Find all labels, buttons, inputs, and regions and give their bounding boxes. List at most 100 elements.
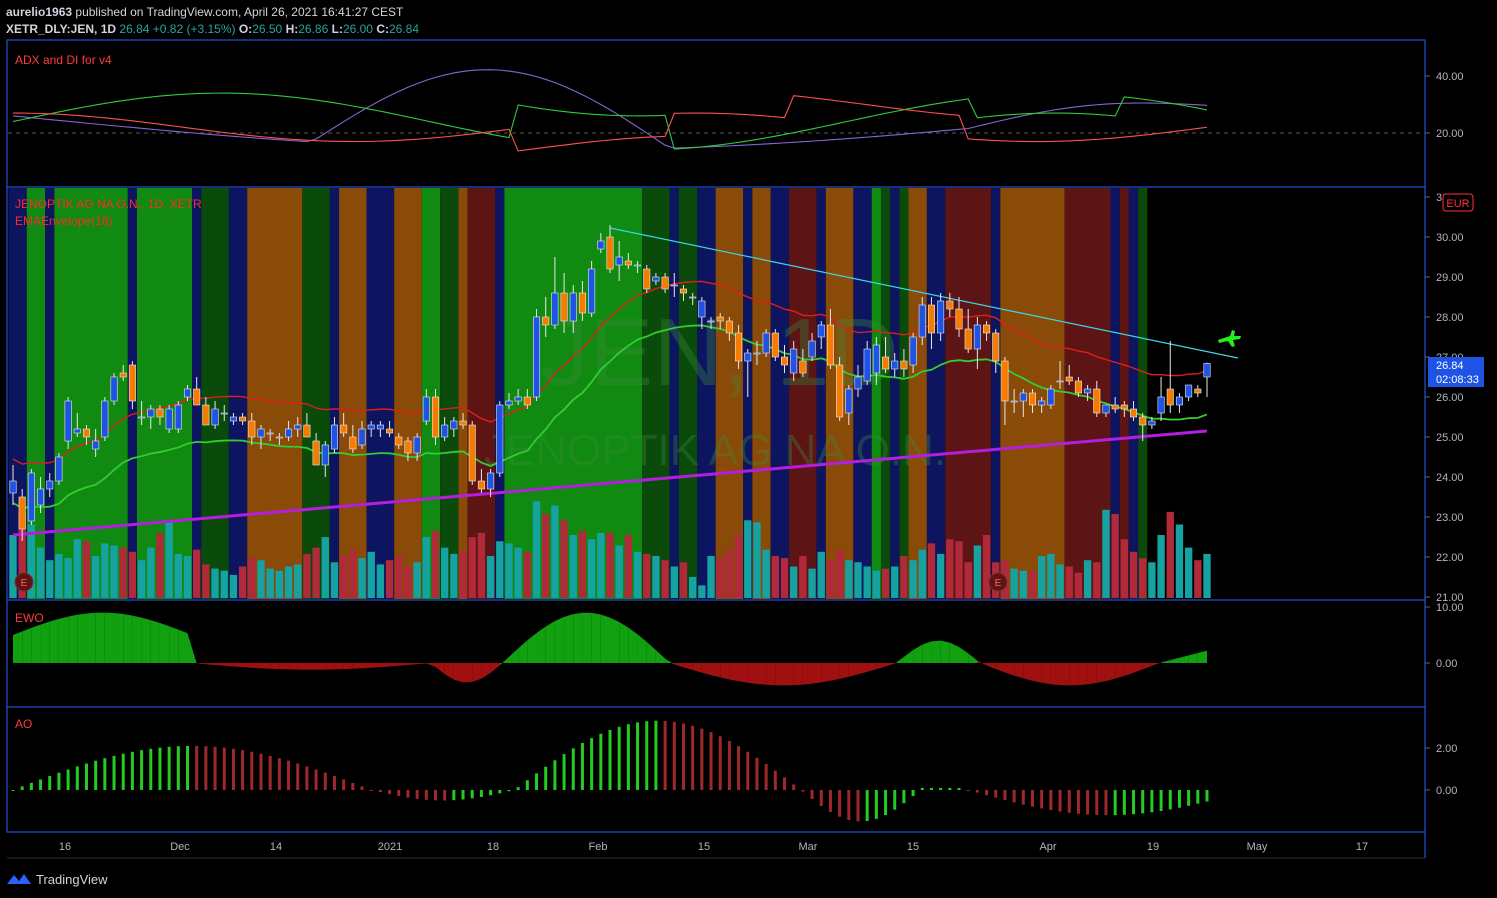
candle-down <box>82 428 90 438</box>
ao-bar <box>1113 790 1117 816</box>
volume-bar <box>1028 570 1037 598</box>
ewo-area <box>1105 663 1116 682</box>
volume-bar <box>973 545 982 598</box>
ao-bar <box>112 755 116 790</box>
ewo-area <box>683 663 693 671</box>
volume-bar <box>927 543 936 598</box>
ewo-area <box>31 624 41 663</box>
candle-up <box>9 480 17 494</box>
candle-up <box>597 240 605 250</box>
ao-bar <box>1187 790 1191 806</box>
time-tick-label: May <box>1247 841 1268 853</box>
ao-bar <box>498 790 502 794</box>
tradingview-icon <box>7 874 31 884</box>
candle-up <box>1203 363 1211 378</box>
ao-bar <box>966 790 970 791</box>
candle-up <box>973 324 981 350</box>
candle-down <box>735 332 743 362</box>
ao-bar <box>599 733 603 790</box>
ao-bar <box>1132 790 1136 815</box>
ao-bar <box>277 758 281 790</box>
candle-up <box>147 408 155 418</box>
ewo-area <box>600 614 610 663</box>
volume-bar <box>900 556 908 598</box>
ao-bar <box>48 776 52 790</box>
volume-bar <box>486 556 495 598</box>
ewo-area <box>784 663 794 686</box>
chart-canvas[interactable]: JEN, 1D JENOPTIK AG NA O.N. E E ADX and … <box>0 0 1497 898</box>
candle-down <box>560 292 568 322</box>
candle-up <box>138 416 146 419</box>
currency-badge[interactable]: EUR <box>1442 193 1474 212</box>
ewo-area <box>114 613 124 663</box>
tradingview-logo[interactable]: TradingView <box>6 871 108 887</box>
earnings-marker[interactable]: E <box>988 572 1008 592</box>
background-band <box>926 188 937 599</box>
watermark-name: JENOPTIK AG NA O.N. <box>484 426 946 475</box>
volume-bar <box>1157 535 1165 598</box>
ewo-area <box>518 640 528 663</box>
ewo-area <box>756 663 767 685</box>
candle-up <box>257 428 265 438</box>
adx-tick-label: 40.00 <box>1436 71 1464 83</box>
ewo-tick-label: 10.00 <box>1436 602 1464 614</box>
time-tick-label: Apr <box>1039 841 1056 853</box>
candle-up <box>744 352 752 362</box>
volume-bar <box>606 532 614 598</box>
ewo-area <box>564 614 574 663</box>
ao-bar <box>1196 790 1200 804</box>
earnings-marker[interactable]: E <box>14 572 34 592</box>
ewo-area <box>591 612 601 663</box>
volume-bar <box>854 562 862 598</box>
ao-bar <box>1049 790 1053 811</box>
ao-bar <box>957 787 961 790</box>
volume-bar <box>799 556 807 598</box>
ewo-area <box>959 647 969 663</box>
ewo-area <box>159 623 170 663</box>
volume-bar <box>174 553 182 598</box>
ewo-area <box>545 621 555 663</box>
ewo-area <box>123 614 133 663</box>
volume-bar <box>891 566 899 598</box>
ewo-area <box>554 616 565 663</box>
ao-bar <box>94 760 98 790</box>
ao-bar <box>250 751 254 790</box>
candle-up <box>1175 396 1183 406</box>
ao-tick-label: 0.00 <box>1436 785 1457 797</box>
ao-bar <box>1168 790 1172 810</box>
background-band <box>440 188 459 599</box>
volume-bar <box>1056 564 1064 598</box>
ao-bar <box>562 754 566 790</box>
volume-bar <box>1194 560 1202 598</box>
candle-up <box>1056 380 1064 383</box>
ao-bar <box>1012 790 1016 803</box>
ewo-area <box>1115 663 1125 679</box>
candle-down <box>1130 408 1138 418</box>
candle-down <box>395 436 403 446</box>
candle-up <box>367 424 375 430</box>
candle-up <box>505 400 513 406</box>
ewo-area <box>573 612 583 663</box>
ewo-area <box>619 622 629 663</box>
volume-bar <box>46 560 54 598</box>
time-tick-label: 15 <box>698 841 710 853</box>
adx-series <box>8 69 1424 152</box>
ao-bar <box>617 726 621 790</box>
ewo-area <box>279 663 289 670</box>
ewo-area <box>711 663 721 678</box>
candle-down <box>1074 380 1082 394</box>
ewo-area <box>995 663 1005 673</box>
ao-bar <box>746 751 750 790</box>
volume-bar <box>1065 566 1073 598</box>
ao-bar <box>1122 790 1126 815</box>
ao-bar <box>571 748 575 790</box>
time-tick-label: 16 <box>59 841 71 853</box>
volume-bar <box>1074 572 1083 598</box>
volume-bar <box>964 562 972 598</box>
ao-bar <box>121 753 125 790</box>
ewo-area <box>986 663 996 670</box>
volume-bar <box>257 560 265 598</box>
ao-bar <box>525 780 529 790</box>
ewo-area <box>453 663 464 683</box>
ao-bar <box>874 790 878 819</box>
